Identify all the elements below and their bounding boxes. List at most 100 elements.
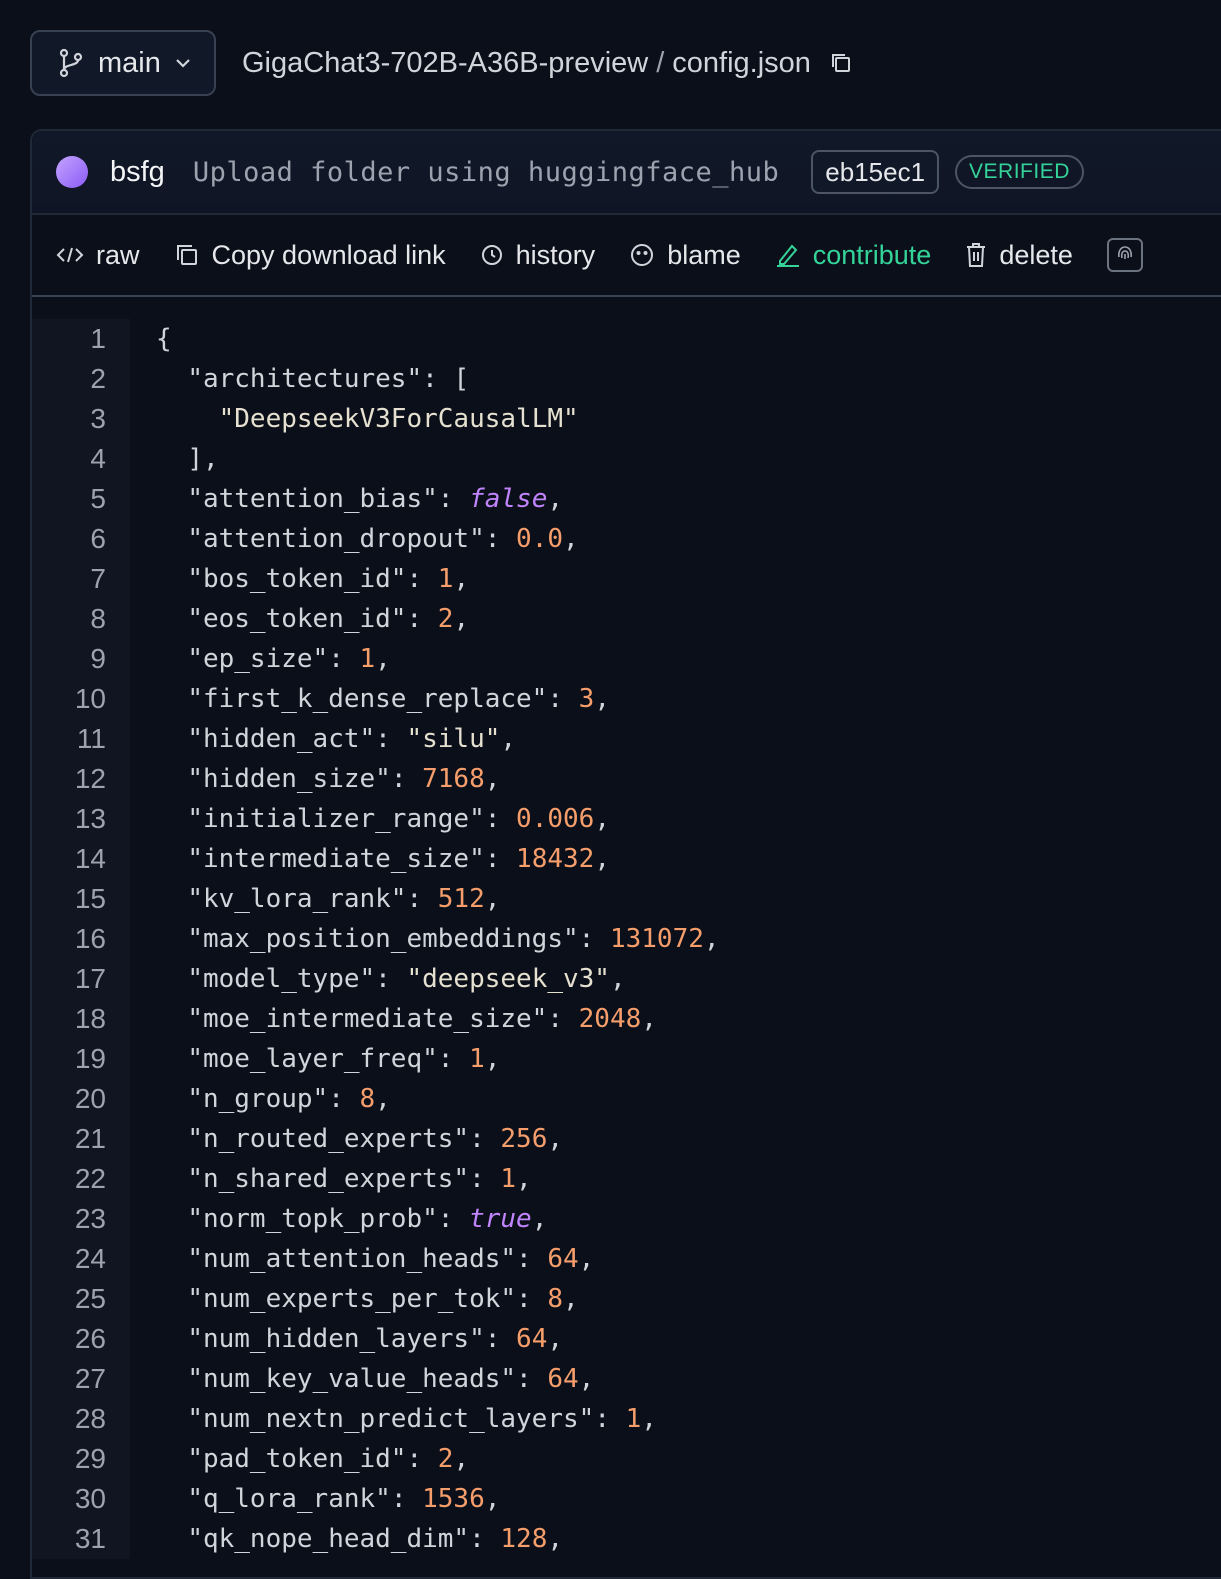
line-number[interactable]: 14 <box>32 839 130 879</box>
code-line: 19 "moe_layer_freq": 1, <box>32 1039 1221 1079</box>
json-punctuation: , <box>453 604 470 634</box>
line-number[interactable]: 2 <box>32 359 130 399</box>
copy-icon <box>174 242 200 268</box>
line-number[interactable]: 5 <box>32 479 130 519</box>
file-header: main GigaChat3-702B-A36B-preview / confi… <box>30 30 853 96</box>
line-number[interactable]: 10 <box>32 679 130 719</box>
line-number[interactable]: 19 <box>32 1039 130 1079</box>
json-value: 128 <box>500 1524 548 1554</box>
line-number[interactable]: 3 <box>32 399 130 439</box>
line-number[interactable]: 8 <box>32 599 130 639</box>
file-actions-toolbar: raw Copy download link history blame con… <box>32 215 1221 297</box>
json-value: 1 <box>359 644 376 674</box>
code-line: 30 "q_lora_rank": 1536, <box>32 1479 1221 1519</box>
code-line: 7 "bos_token_id": 1, <box>32 559 1221 599</box>
line-number[interactable]: 29 <box>32 1439 130 1479</box>
line-number[interactable]: 1 <box>32 319 130 359</box>
chevron-down-icon <box>175 58 191 68</box>
fingerprint-icon <box>1115 243 1135 268</box>
repo-link[interactable]: GigaChat3-702B-A36B-preview <box>242 47 648 80</box>
code-line: 11 "hidden_act": "silu", <box>32 719 1221 759</box>
line-number[interactable]: 15 <box>32 879 130 919</box>
json-key: "n_group" <box>187 1084 329 1114</box>
line-number[interactable]: 27 <box>32 1359 130 1399</box>
line-number[interactable]: 30 <box>32 1479 130 1519</box>
code-line: 28 "num_nextn_predict_layers": 1, <box>32 1399 1221 1439</box>
raw-button[interactable]: raw <box>56 240 140 271</box>
json-punctuation: , <box>375 1084 391 1114</box>
line-number[interactable]: 18 <box>32 999 130 1039</box>
line-number[interactable]: 11 <box>32 719 130 759</box>
line-number[interactable]: 21 <box>32 1119 130 1159</box>
contribute-button[interactable]: contribute <box>775 240 931 271</box>
code-line: 31 "qk_nope_head_dim": 128, <box>32 1519 1221 1559</box>
line-number[interactable]: 20 <box>32 1079 130 1119</box>
line-number[interactable]: 9 <box>32 639 130 679</box>
code-line: 13 "initializer_range": 0.006, <box>32 799 1221 839</box>
json-punctuation: , <box>609 964 626 994</box>
trash-icon <box>965 242 987 268</box>
json-punctuation: , <box>594 804 610 834</box>
line-number[interactable]: 16 <box>32 919 130 959</box>
line-number[interactable]: 28 <box>32 1399 130 1439</box>
line-number[interactable]: 7 <box>32 559 130 599</box>
json-key: "hidden_size" <box>187 764 391 794</box>
json-punctuation: , <box>547 1324 564 1354</box>
code-text: "ep_size": 1, <box>187 644 391 674</box>
json-key: "kv_lora_rank" <box>187 884 407 914</box>
line-number[interactable]: 17 <box>32 959 130 999</box>
json-key: "n_shared_experts" <box>187 1164 470 1194</box>
breadcrumb-separator: / <box>656 46 665 79</box>
commit-author[interactable]: bsfg <box>110 156 165 189</box>
line-number[interactable]: 4 <box>32 439 130 479</box>
line-number[interactable]: 24 <box>32 1239 130 1279</box>
code-icon <box>56 245 84 265</box>
json-value: 1 <box>469 1044 485 1074</box>
json-punctuation: , <box>484 1484 501 1514</box>
line-number[interactable]: 13 <box>32 799 130 839</box>
code-line: 22 "n_shared_experts": 1, <box>32 1159 1221 1199</box>
line-number[interactable]: 31 <box>32 1519 130 1559</box>
json-key: "qk_nope_head_dim" <box>187 1524 470 1554</box>
code-text: "bos_token_id": 1, <box>187 564 470 594</box>
json-punctuation: , <box>547 484 564 514</box>
line-number[interactable]: 25 <box>32 1279 130 1319</box>
code-text: "num_attention_heads": 64, <box>187 1244 595 1274</box>
copy-path-icon[interactable] <box>829 51 853 75</box>
code-line: 20 "n_group": 8, <box>32 1079 1221 1119</box>
json-key: "eos_token_id" <box>187 604 407 634</box>
json-value: 256 <box>500 1124 548 1154</box>
line-number[interactable]: 12 <box>32 759 130 799</box>
line-number[interactable]: 6 <box>32 519 130 559</box>
line-number[interactable]: 26 <box>32 1319 130 1359</box>
commit-message[interactable]: Upload folder using huggingface_hub <box>193 157 779 188</box>
code-text: "architectures": [ <box>187 364 470 394</box>
code-line: 8 "eos_token_id": 2, <box>32 599 1221 639</box>
code-line: 18 "moe_intermediate_size": 2048, <box>32 999 1221 1039</box>
commit-hash-badge[interactable]: eb15ec1 <box>811 150 940 194</box>
json-key: "norm_topk_prob" <box>187 1204 438 1234</box>
history-button[interactable]: history <box>480 240 595 271</box>
avatar[interactable] <box>56 156 88 188</box>
json-key: "max_position_embeddings" <box>187 924 579 954</box>
json-value: { <box>156 324 172 354</box>
json-punctuation: , <box>484 1044 501 1074</box>
json-value: 1 <box>625 1404 642 1434</box>
json-punctuation: , <box>703 924 720 954</box>
code-line: 10 "first_k_dense_replace": 3, <box>32 679 1221 719</box>
json-value: 1536 <box>422 1484 485 1514</box>
json-punctuation: , <box>484 884 501 914</box>
code-line: 12 "hidden_size": 7168, <box>32 759 1221 799</box>
json-punctuation: , <box>563 524 579 554</box>
json-value: 2 <box>437 1444 454 1474</box>
copy-download-link-button[interactable]: Copy download link <box>174 240 446 271</box>
json-value: 18432 <box>516 844 595 874</box>
security-scan-button[interactable] <box>1106 238 1143 272</box>
code-text: "kv_lora_rank": 512, <box>187 884 501 914</box>
branch-selector-button[interactable]: main <box>30 30 216 96</box>
line-number[interactable]: 23 <box>32 1199 130 1239</box>
line-number[interactable]: 22 <box>32 1159 130 1199</box>
json-punctuation: , <box>453 1444 470 1474</box>
blame-button[interactable]: blame <box>629 240 741 271</box>
delete-button[interactable]: delete <box>965 240 1073 271</box>
